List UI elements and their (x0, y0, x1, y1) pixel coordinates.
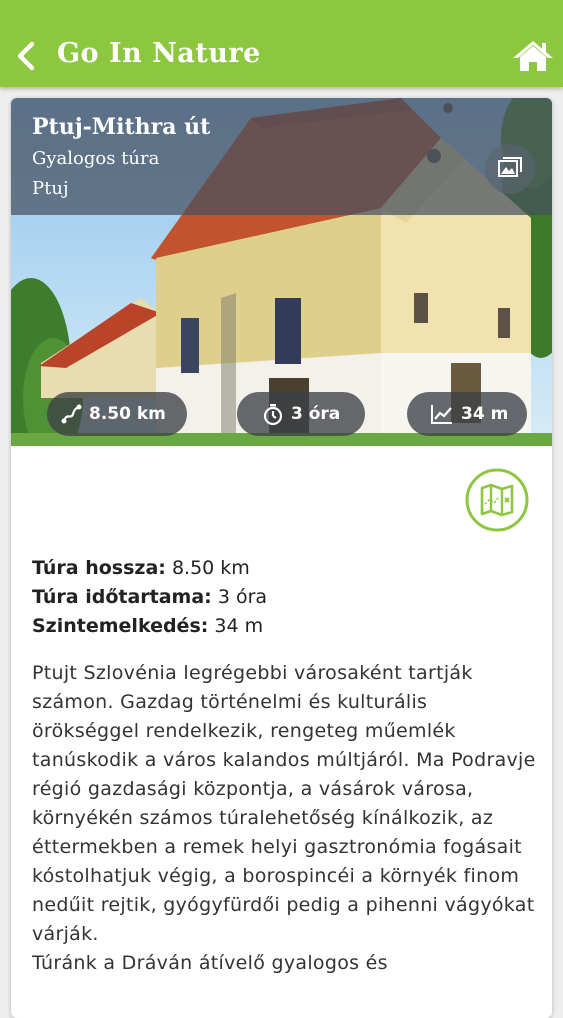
distance-value: 8.50 km (89, 404, 166, 424)
route-icon (61, 404, 82, 424)
length-label: Túra hossza: (32, 557, 166, 579)
tour-description: Ptujt Szlovénia legrégebbi városaként ta… (32, 659, 537, 978)
description-paragraph: Ptujt Szlovénia legrégebbi városaként ta… (32, 662, 536, 945)
distance-badge: 8.50 km (47, 392, 187, 436)
duration-label: Túra időtartama: (32, 586, 212, 608)
tour-type: Gyalogos túra (32, 148, 160, 169)
description-paragraph: Túránk a Dráván átívelő gyalogos és (32, 952, 388, 974)
back-button[interactable] (10, 32, 44, 78)
tour-hero-image: Ptuj-Mithra út Gyalogos túra Ptuj 8.50 k… (11, 98, 552, 446)
elevation-detail-value: 34 m (214, 615, 264, 637)
length-value: 8.50 km (171, 557, 250, 579)
tour-city: Ptuj (32, 178, 69, 199)
home-icon (513, 41, 553, 71)
tour-card: Ptuj-Mithra út Gyalogos túra Ptuj 8.50 k… (11, 98, 552, 1018)
app-bar: Go In Nature (0, 0, 563, 87)
duration-row: Túra időtartama: 3 óra (32, 583, 267, 612)
elevation-chart-icon (431, 405, 452, 424)
stopwatch-icon (263, 404, 283, 426)
elevation-value: 34 m (461, 404, 509, 424)
map-icon (465, 468, 529, 532)
duration-badge: 3 óra (237, 392, 365, 436)
duration-detail-value: 3 óra (217, 586, 268, 608)
chevron-left-icon (17, 41, 35, 71)
length-row: Túra hossza: 8.50 km (32, 554, 267, 583)
elevation-row: Szintemelkedés: 34 m (32, 612, 267, 641)
elevation-badge: 34 m (407, 392, 527, 436)
gallery-button[interactable] (485, 144, 535, 194)
tour-name: Ptuj-Mithra út (32, 114, 211, 140)
gallery-icon (498, 157, 522, 177)
elevation-label: Szintemelkedés: (32, 615, 209, 637)
duration-value: 3 óra (291, 404, 341, 424)
home-button[interactable] (511, 38, 555, 74)
tour-details: Túra hossza: 8.50 km Túra időtartama: 3 … (32, 554, 267, 641)
app-title: Go In Nature (57, 38, 261, 69)
map-button[interactable] (465, 468, 529, 532)
